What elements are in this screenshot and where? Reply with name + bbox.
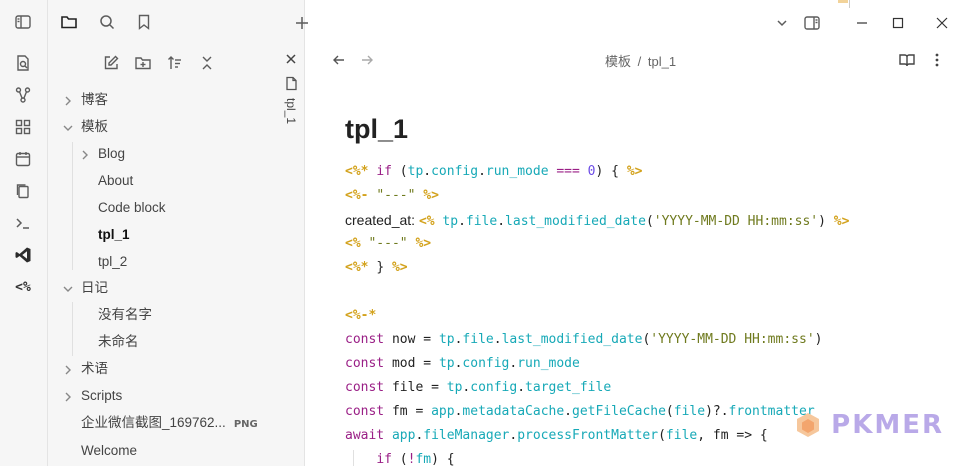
bookmark-icon[interactable] (133, 11, 155, 33)
pkmer-watermark: PKMER (793, 410, 944, 440)
code-line[interactable]: <% "---" %> (345, 232, 431, 256)
tree-folder-diary[interactable]: 日记 (81, 277, 108, 299)
quick-switcher-icon[interactable] (12, 52, 34, 74)
code-line[interactable]: <%* if (tp.config.run_mode === 0) { %> (345, 160, 642, 184)
tree-file-welcome[interactable]: Welcome (81, 440, 137, 462)
command-palette-icon[interactable] (12, 212, 34, 234)
code-line[interactable]: <%-* (345, 304, 376, 328)
new-folder-icon[interactable] (132, 52, 154, 74)
tree-folder-blog-cn[interactable]: 博客 (81, 89, 108, 111)
chevron-right-icon[interactable] (61, 390, 75, 404)
canvas-icon[interactable] (12, 116, 34, 138)
tree-folder-terms[interactable]: 术语 (81, 358, 108, 380)
tree-folder-blog[interactable]: Blog (98, 143, 125, 165)
tree-file-label: 企业微信截图_169762... (81, 415, 226, 430)
forward-arrow-icon[interactable] (356, 49, 378, 71)
minimize-icon[interactable] (851, 12, 873, 34)
vscode-icon[interactable] (12, 244, 34, 266)
collapse-all-icon[interactable] (196, 52, 218, 74)
sort-icon[interactable] (164, 52, 186, 74)
daily-note-icon[interactable] (12, 148, 34, 170)
tree-file-about[interactable]: About (98, 170, 133, 192)
tree-file-untitled[interactable]: 未命名 (98, 331, 139, 353)
close-tab-icon[interactable] (284, 52, 298, 66)
note-title[interactable]: tpl_1 (345, 114, 408, 145)
chevron-right-icon[interactable] (61, 94, 75, 108)
file-ext-badge: PNG (233, 419, 258, 430)
pkmer-text: PKMER (831, 410, 944, 440)
chevron-right-icon[interactable] (78, 148, 92, 162)
maximize-icon[interactable] (887, 12, 909, 34)
tree-file-code-block[interactable]: Code block (98, 197, 166, 219)
tree-folder-scripts[interactable]: Scripts (81, 385, 122, 407)
new-tab-icon[interactable] (291, 12, 313, 34)
code-line[interactable]: <%- "---" %> (345, 184, 439, 208)
code-line[interactable]: await app.fileManager.processFrontMatter… (345, 424, 768, 448)
file-icon (285, 76, 298, 91)
tree-file-no-name[interactable]: 没有名字 (98, 304, 152, 326)
code-line[interactable]: const file = tp.config.target_file (345, 376, 611, 400)
reading-view-icon[interactable] (896, 49, 918, 71)
pkmer-logo-icon (797, 413, 820, 437)
templates-icon[interactable] (12, 180, 34, 202)
accent-mark (838, 0, 848, 3)
search-icon[interactable] (96, 11, 118, 33)
tree-file-screenshot[interactable]: 企业微信截图_169762... PNG (81, 412, 258, 434)
more-options-icon[interactable] (926, 49, 948, 71)
file-explorer-sidebar: 博客 模板 Blog About Code block tpl_1 tpl_2 … (48, 0, 305, 466)
chevron-down-icon[interactable] (61, 282, 75, 296)
tree-folder-templates[interactable]: 模板 (81, 116, 108, 138)
breadcrumb-separator: / (637, 54, 642, 69)
tree-file-tpl-1[interactable]: tpl_1 (98, 224, 130, 246)
vertical-tab-label[interactable]: tpl_1 (284, 98, 298, 124)
tree-file-tpl-2[interactable]: tpl_2 (98, 251, 127, 273)
folder-icon[interactable] (58, 11, 80, 33)
code-line[interactable]: <%* } %> (345, 256, 408, 280)
right-sidebar-toggle-icon[interactable] (801, 12, 823, 34)
tree-guide-line (72, 302, 73, 356)
editor-pane: 模板 / tpl_1 tpl_1 <%* if (tp.config.run_m… (296, 0, 962, 466)
graph-view-icon[interactable] (12, 84, 34, 106)
chevron-down-icon[interactable] (61, 121, 75, 135)
sidebar-toggle-icon[interactable] (12, 11, 34, 33)
close-window-icon[interactable] (931, 12, 953, 34)
code-line[interactable]: const now = tp.file.last_modified_date('… (345, 328, 822, 352)
breadcrumb-file[interactable]: tpl_1 (648, 54, 676, 69)
code-line[interactable]: const mod = tp.config.run_mode (345, 352, 580, 376)
code-line[interactable]: created_at: <% tp.file.last_modified_dat… (345, 208, 849, 234)
tab-list-chevron-icon[interactable] (771, 12, 793, 34)
new-note-icon[interactable] (100, 52, 122, 74)
code-line[interactable]: const fm = app.metadataCache.getFileCach… (345, 400, 815, 424)
chevron-right-icon[interactable] (61, 363, 75, 377)
ribbon: <% (0, 0, 48, 466)
code-line[interactable]: if (!fm) { (345, 448, 454, 466)
templater-icon[interactable]: <% (12, 276, 34, 298)
breadcrumb: 模板 / tpl_1 (605, 51, 676, 70)
tree-guide-line (72, 142, 73, 270)
back-arrow-icon[interactable] (328, 49, 350, 71)
breadcrumb-folder[interactable]: 模板 (605, 54, 631, 69)
